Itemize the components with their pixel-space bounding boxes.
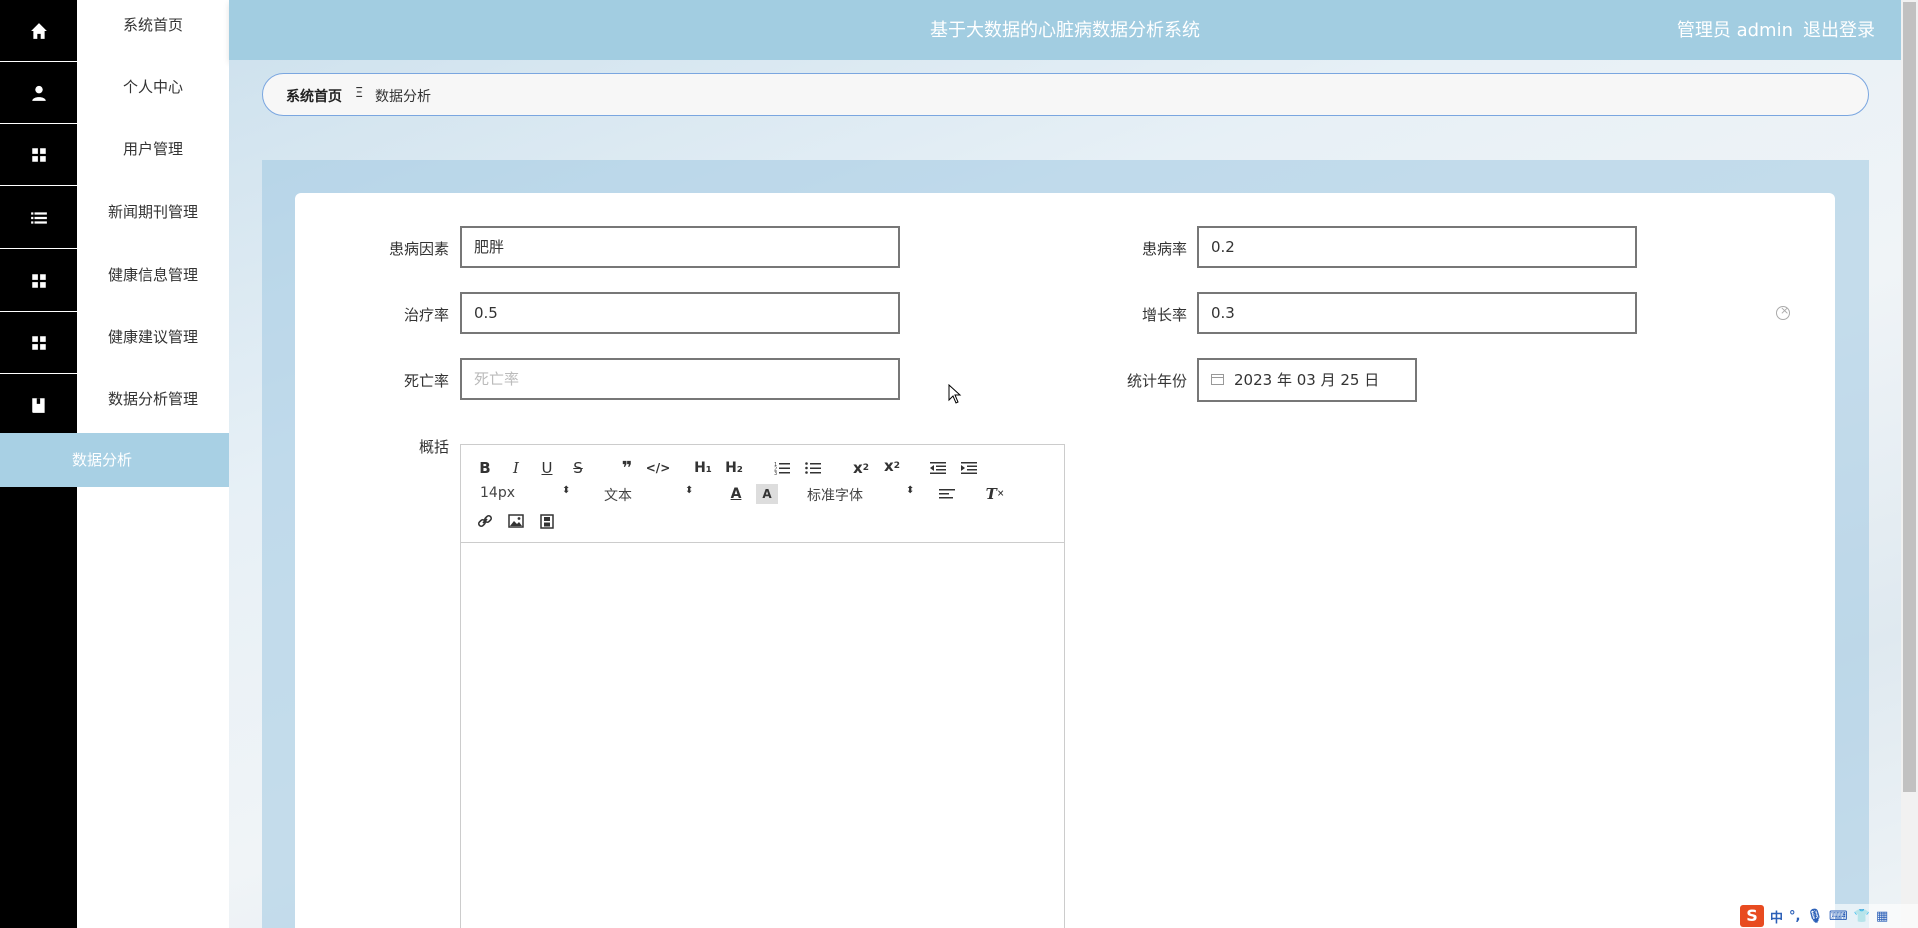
image-icon[interactable] [505,511,527,531]
book-icon [0,374,77,436]
sidebar: 系统首页 个人中心 用户管理 新闻期刊管理 健康信息管理 健康建议管理 数据分析… [0,0,229,928]
sidebar-item-label: 系统首页 [122,16,183,34]
video-icon[interactable] [536,511,558,531]
treatment-rate-label: 治疗率 [403,306,449,324]
list-icon [0,187,77,249]
font-family-select[interactable]: 标准字体 ⬍ [807,485,917,505]
breadcrumb: 系统首页 Ξ 数据分析 [262,73,1869,116]
date-value: 2023 年 03 月 25 日 [1234,371,1380,389]
editor-toolbar: B I U S ❞ </> H₁ H₂ 123 x2 x2 14px ⬍ 文本 ⬍ … [461,445,1064,543]
mouse-cursor-icon [948,384,962,404]
font-family-value: 标准字体 [807,488,863,504]
grid-icon [0,124,77,186]
sidebar-item-health-advice[interactable]: 健康建议管理 [0,312,229,374]
ordered-list-icon[interactable]: 123 [771,458,793,478]
breadcrumb-current: 数据分析 [375,89,431,105]
mortality-input[interactable]: 死亡率 [460,358,900,400]
sidebar-item-home[interactable]: 系统首页 [0,0,229,62]
prevalence-label: 患病率 [1141,240,1187,258]
calendar-icon [1211,374,1224,385]
user-icon [0,62,77,124]
header-user-area: 管理员 admin 退出登录 [1667,16,1875,42]
bold-icon[interactable]: B [474,458,496,478]
growth-rate-label: 增长率 [1141,306,1187,324]
clear-circle-icon[interactable] [1776,304,1790,320]
sidebar-item-health-info[interactable]: 健康信息管理 [0,250,229,312]
sidebar-item-news[interactable]: 新闻期刊管理 [0,187,229,249]
app-title: 基于大数据的心脏病数据分析系统 [930,20,1200,41]
stat-year-date-picker[interactable]: 2023 年 03 月 25 日 [1197,358,1417,402]
code-icon[interactable]: </> [646,458,671,478]
sidebar-item-label: 个人中心 [122,78,183,96]
heading-1-icon[interactable]: H₁ [692,458,714,478]
updown-arrow-icon: ⬍ [685,485,694,496]
mortality-label: 死亡率 [403,372,449,390]
page-scrollbar[interactable] [1901,0,1918,928]
scrollbar-thumb[interactable] [1903,2,1916,792]
summary-label: 概括 [418,438,449,456]
top-header: 基于大数据的心脏病数据分析系统 管理员 admin 退出登录 [229,0,1901,60]
heading-2-icon[interactable]: H₂ [723,458,745,478]
font-size-select[interactable]: 14px ⬍ [480,485,575,501]
sidebar-item-profile[interactable]: 个人中心 [0,62,229,124]
sidebar-item-label: 健康信息管理 [107,266,198,284]
rich-text-editor: B I U S ❞ </> H₁ H₂ 123 x2 x2 14px ⬍ 文本 ⬍ … [460,444,1065,928]
sidebar-subitem-data-analysis[interactable]: 数据分析 [0,433,229,487]
ime-toolbar: S 中 °, 🎙 ⌨ 👕 ▦ [1740,904,1918,928]
toolbox-icon[interactable]: ▦ [1876,909,1888,924]
breadcrumb-separator: Ξ [355,86,364,101]
indent-icon[interactable] [958,458,980,478]
skin-icon[interactable]: 👕 [1854,909,1870,924]
microphone-icon[interactable]: 🎙 [1806,909,1823,924]
block-format-value: 文本 [604,488,632,504]
blockquote-icon[interactable]: ❞ [616,458,638,479]
font-size-value: 14px [480,485,515,501]
ime-mode[interactable]: 中 [1770,907,1783,926]
stat-year-label: 统计年份 [1126,372,1187,390]
sidebar-item-users[interactable]: 用户管理 [0,124,229,186]
subscript-icon[interactable]: x2 [850,458,872,478]
user-name: 管理员 admin [1676,20,1793,41]
sidebar-item-data-analysis[interactable]: 数据分析管理 [0,374,229,436]
logout-link[interactable]: 退出登录 [1803,20,1875,41]
treatment-rate-input[interactable]: 0.5 [460,292,900,334]
grid-icon [0,250,77,312]
punctuation-icon[interactable]: °, [1789,909,1800,924]
svg-text:3: 3 [774,471,777,475]
underline-icon[interactable]: U [536,458,558,478]
ime-logo-icon[interactable]: S [1740,905,1764,927]
prevalence-input[interactable]: 0.2 [1197,226,1637,268]
block-format-select[interactable]: 文本 ⬍ [604,485,699,505]
background-color-icon[interactable]: A [756,484,778,504]
sidebar-item-label: 健康建议管理 [107,328,198,346]
updown-arrow-icon: ⬍ [562,485,571,496]
strikethrough-icon[interactable]: S [567,458,589,478]
risk-factor-input[interactable]: 肥胖 [460,226,900,268]
home-icon [0,0,77,62]
outdent-icon[interactable] [927,458,949,478]
updown-arrow-icon: ⬍ [906,485,915,496]
growth-rate-input[interactable]: 0.3 [1197,292,1637,334]
sidebar-item-label: 用户管理 [122,140,183,158]
grid-icon [0,312,77,374]
sidebar-item-label: 数据分析管理 [107,390,198,408]
align-icon[interactable] [936,484,958,504]
link-icon[interactable] [474,511,496,531]
font-color-icon[interactable]: A [725,484,747,504]
italic-icon[interactable]: I [505,458,527,478]
keyboard-icon[interactable]: ⌨ [1829,909,1848,924]
sidebar-item-label: 新闻期刊管理 [107,203,198,221]
clear-format-icon[interactable]: T × [984,484,1006,504]
breadcrumb-home-link[interactable]: 系统首页 [286,86,342,106]
risk-factor-label: 患病因素 [388,240,449,258]
bullet-list-icon[interactable] [802,458,824,478]
superscript-icon[interactable]: x2 [881,456,903,476]
